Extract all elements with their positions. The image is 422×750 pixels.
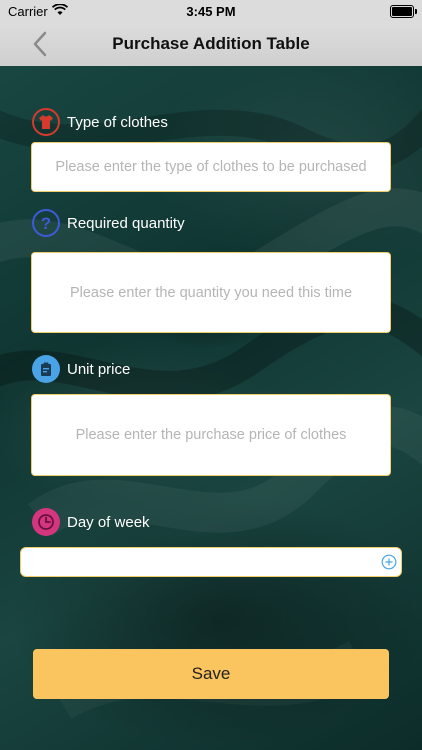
day-of-week-field[interactable] bbox=[20, 547, 402, 577]
battery-icon bbox=[390, 5, 417, 18]
quantity-label-row: ? Required quantity bbox=[32, 208, 185, 238]
status-time: 3:45 PM bbox=[186, 4, 236, 19]
plus-circle-icon[interactable] bbox=[381, 554, 397, 570]
price-input[interactable]: Please enter the purchase price of cloth… bbox=[31, 394, 391, 476]
save-button[interactable]: Save bbox=[33, 649, 389, 699]
shirt-icon bbox=[32, 108, 60, 136]
clock-icon bbox=[32, 508, 60, 536]
question-icon: ? bbox=[32, 209, 60, 237]
type-input[interactable]: Please enter the type of clothes to be p… bbox=[31, 142, 391, 192]
svg-text:?: ? bbox=[41, 214, 51, 232]
type-label: Type of clothes bbox=[67, 113, 168, 131]
navigation-bar: Purchase Addition Table bbox=[0, 22, 422, 66]
price-label-row: Unit price bbox=[32, 354, 130, 384]
clipboard-icon bbox=[32, 355, 60, 383]
quantity-label: Required quantity bbox=[67, 214, 185, 232]
day-label-row: Day of week bbox=[32, 507, 150, 537]
price-label: Unit price bbox=[67, 360, 131, 378]
price-placeholder: Please enter the purchase price of cloth… bbox=[75, 427, 347, 443]
quantity-input[interactable]: Please enter the quantity you need this … bbox=[31, 252, 391, 333]
quantity-placeholder: Please enter the quantity you need this … bbox=[69, 284, 353, 301]
status-bar: Carrier 3:45 PM bbox=[0, 0, 422, 22]
type-placeholder: Please enter the type of clothes to be p… bbox=[55, 159, 367, 175]
page-title: Purchase Addition Table bbox=[112, 34, 310, 53]
type-label-row: Type of clothes bbox=[32, 107, 168, 137]
day-label: Day of week bbox=[67, 513, 150, 531]
